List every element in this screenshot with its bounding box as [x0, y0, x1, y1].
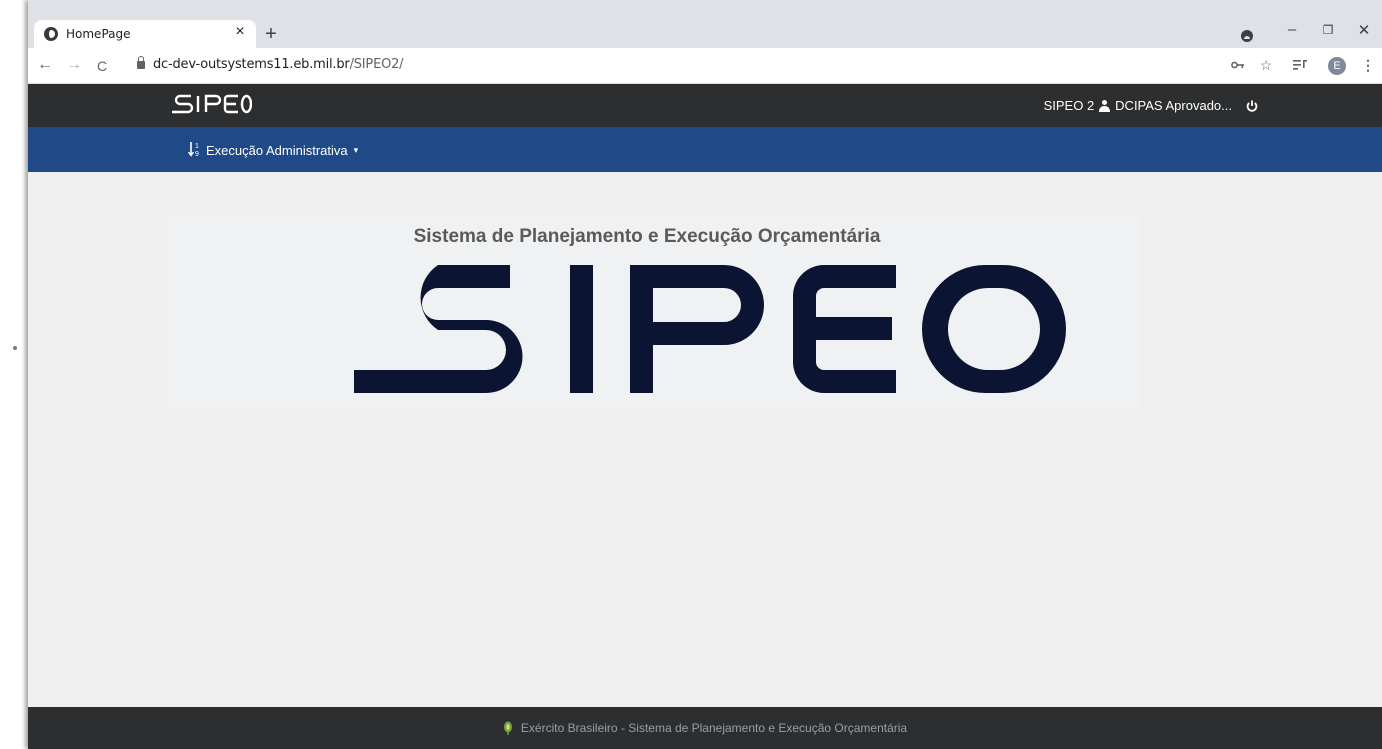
menu-icon[interactable]: ⋮ — [1358, 57, 1378, 74]
app-header: SIPEO 2 DCIPAS Aprovado... — [28, 84, 1382, 127]
svg-text:9: 9 — [195, 151, 199, 157]
new-tab-button[interactable]: + — [260, 23, 282, 46]
reload-button[interactable]: C — [92, 58, 112, 74]
sort-numeric-icon: 19 — [187, 141, 202, 159]
back-button[interactable]: ← — [35, 56, 55, 74]
address-bar[interactable]: dc-dev-outsystems11.eb.mil.br/SIPEO2/ — [153, 57, 404, 72]
minimize-button[interactable]: – — [1280, 21, 1304, 38]
lock-icon[interactable] — [137, 56, 145, 69]
sipeo-logo — [354, 265, 1066, 398]
chevron-down-icon: ▾ — [353, 144, 359, 155]
margin-dot — [13, 346, 17, 350]
star-icon[interactable]: ☆ — [1256, 57, 1276, 74]
profile-avatar[interactable]: E — [1328, 57, 1346, 75]
browser-window: HomePage × + – ❐ ✕ ← → C dc-dev-outsyste… — [28, 0, 1382, 749]
profile-indicator-icon[interactable] — [1241, 30, 1253, 42]
power-icon[interactable] — [1246, 100, 1258, 112]
brand-logo[interactable] — [172, 93, 253, 120]
tab-close-button[interactable]: × — [230, 23, 250, 41]
brand-logo-graphic — [172, 94, 253, 114]
main-menu-bar: 19 Execução Administrativa ▾ — [28, 127, 1382, 172]
forward-button[interactable]: → — [64, 56, 84, 74]
menu-execucao-administrativa[interactable]: 19 Execução Administrativa ▾ — [187, 141, 359, 159]
browser-toolbar: ← → C dc-dev-outsystems11.eb.mil.br/SIPE… — [28, 48, 1382, 84]
url-domain: dc-dev-outsystems11.eb.mil.br — [153, 57, 350, 72]
menu-item-label: Execução Administrativa — [206, 142, 348, 158]
browser-tab[interactable]: HomePage × — [34, 20, 256, 48]
url-path: /SIPEO2/ — [349, 57, 404, 72]
reading-list-icon[interactable] — [1290, 57, 1310, 73]
background-margin — [0, 0, 28, 749]
tab-strip: HomePage × + – ❐ ✕ — [28, 0, 1382, 48]
svg-text:1: 1 — [195, 143, 199, 150]
user-icon — [1099, 99, 1111, 112]
user-name[interactable]: DCIPAS Aprovado... — [1115, 98, 1232, 113]
leaf-icon — [503, 721, 512, 735]
footer-text: Exército Brasileiro - Sistema de Planeja… — [520, 721, 908, 735]
sipeo-logo-graphic — [354, 265, 1066, 393]
restore-button[interactable]: ❐ — [1316, 23, 1340, 37]
key-icon[interactable] — [1228, 57, 1248, 73]
hero-banner: Sistema de Planejamento e Execução Orçam… — [168, 210, 1138, 408]
hero-subtitle: Sistema de Planejamento e Execução Orçam… — [413, 226, 881, 247]
user-area: SIPEO 2 DCIPAS Aprovado... — [1044, 98, 1258, 113]
app-name: SIPEO 2 — [1043, 98, 1095, 113]
page-footer: Exército Brasileiro - Sistema de Planeja… — [28, 707, 1382, 749]
favicon-icon — [44, 27, 58, 41]
close-window-button[interactable]: ✕ — [1352, 21, 1376, 39]
tab-title: HomePage — [66, 27, 131, 41]
